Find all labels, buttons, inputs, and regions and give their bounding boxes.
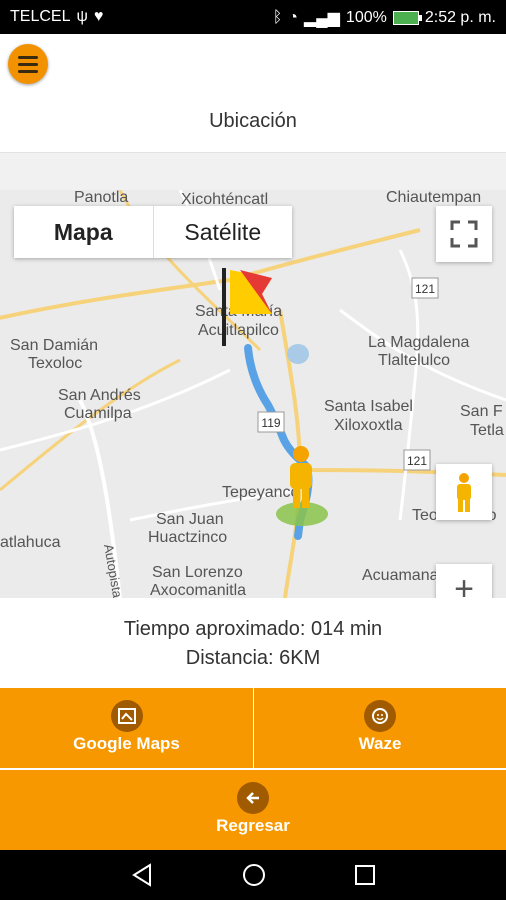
- map-type-mapa[interactable]: Mapa: [14, 206, 154, 258]
- recents-nav-icon[interactable]: [355, 865, 375, 885]
- svg-text:San Andrés: San Andrés: [58, 387, 141, 404]
- pegman-icon: [457, 473, 471, 512]
- waze-icon: [364, 700, 396, 732]
- menu-button[interactable]: [8, 44, 48, 84]
- svg-text:121: 121: [415, 282, 435, 296]
- signal-icon: ▂▄▆: [303, 10, 340, 27]
- svg-text:Tetla: Tetla: [470, 422, 504, 439]
- svg-text:Santa Isabel: Santa Isabel: [324, 398, 413, 415]
- menu-icon-bar: [18, 70, 38, 73]
- svg-text:Cuamilpa: Cuamilpa: [64, 405, 132, 422]
- svg-text:Panotla: Panotla: [74, 190, 128, 206]
- carrier-label: TELCEL: [10, 8, 71, 25]
- map-type-satelite[interactable]: Satélite: [154, 206, 293, 258]
- map-pin-icon: [110, 700, 143, 732]
- map-type-toggle: Mapa Satélite: [14, 206, 292, 258]
- google-maps-button[interactable]: Google Maps: [0, 688, 254, 768]
- svg-text:atlahuca: atlahuca: [0, 534, 61, 551]
- svg-text:Huactzinco: Huactzinco: [148, 529, 227, 546]
- arrow-left-icon: [237, 782, 269, 814]
- waze-button[interactable]: Waze: [254, 688, 506, 768]
- back-label: Regresar: [216, 816, 290, 835]
- menu-icon-bar: [18, 63, 38, 66]
- svg-text:Xiloxoxtla: Xiloxoxtla: [334, 417, 403, 434]
- svg-text:119: 119: [261, 416, 280, 430]
- estimated-time: Tiempo aproximado: 014 min: [123, 618, 383, 640]
- svg-text:121: 121: [407, 454, 427, 468]
- map-view[interactable]: 119 121 121 Panotla Xicohténcatl Chiaute…: [0, 190, 506, 598]
- svg-text:Tlaltelulco: Tlaltelulco: [378, 352, 450, 369]
- page-title: Ubicación: [209, 110, 297, 132]
- heart-icon: ♥: [93, 8, 104, 25]
- menu-icon: [18, 56, 38, 59]
- google-maps-label: Google Maps: [73, 734, 180, 753]
- highway-shield-119: 119: [257, 411, 285, 433]
- highway-shield-121a: 121: [411, 277, 439, 299]
- highway-shield-121b: 121: [403, 449, 431, 471]
- system-nav-bar: [0, 850, 506, 900]
- svg-text:Axocomanitla: Axocomanitla: [150, 582, 246, 598]
- app-header: Ubicación: [0, 34, 506, 153]
- back-nav-icon[interactable]: [132, 863, 151, 887]
- wifi-icon: ◔: [288, 9, 298, 26]
- fullscreen-icon: [450, 220, 478, 248]
- svg-text:San F: San F: [460, 403, 503, 420]
- bluetooth-icon: ᛒ: [272, 9, 283, 26]
- home-nav-icon[interactable]: [243, 864, 265, 886]
- usb-icon: ψ: [76, 8, 88, 25]
- status-bar: TELCEL ψ ♥ ᛒ ◔ ▂▄▆ 100% 2:52 p. m.: [0, 0, 506, 34]
- street-view-button[interactable]: [436, 464, 492, 520]
- svg-text:Acuitlapilco: Acuitlapilco: [198, 322, 279, 339]
- back-button[interactable]: Regresar: [0, 769, 506, 851]
- divider-strip: [0, 153, 506, 190]
- svg-text:Chiautempan: Chiautempan: [386, 190, 481, 206]
- svg-text:San Damián: San Damián: [10, 337, 98, 354]
- svg-text:San Juan: San Juan: [156, 511, 224, 528]
- clock: 2:52 p. m.: [424, 9, 496, 26]
- waze-label: Waze: [358, 734, 402, 753]
- battery-percent: 100%: [345, 9, 387, 26]
- route-info: Tiempo aproximado: 014 min Distancia: 6K…: [0, 598, 506, 688]
- battery-icon: [392, 11, 422, 25]
- svg-text:San Lorenzo: San Lorenzo: [152, 564, 243, 581]
- zoom-in-button[interactable]: +: [436, 564, 492, 598]
- svg-text:Texoloc: Texoloc: [28, 355, 82, 372]
- svg-text:La Magdalena: La Magdalena: [368, 334, 470, 351]
- fullscreen-button[interactable]: [436, 206, 492, 262]
- svg-text:Tepeyanco: Tepeyanco: [222, 484, 299, 501]
- distance: Distancia: 6KM: [185, 647, 321, 669]
